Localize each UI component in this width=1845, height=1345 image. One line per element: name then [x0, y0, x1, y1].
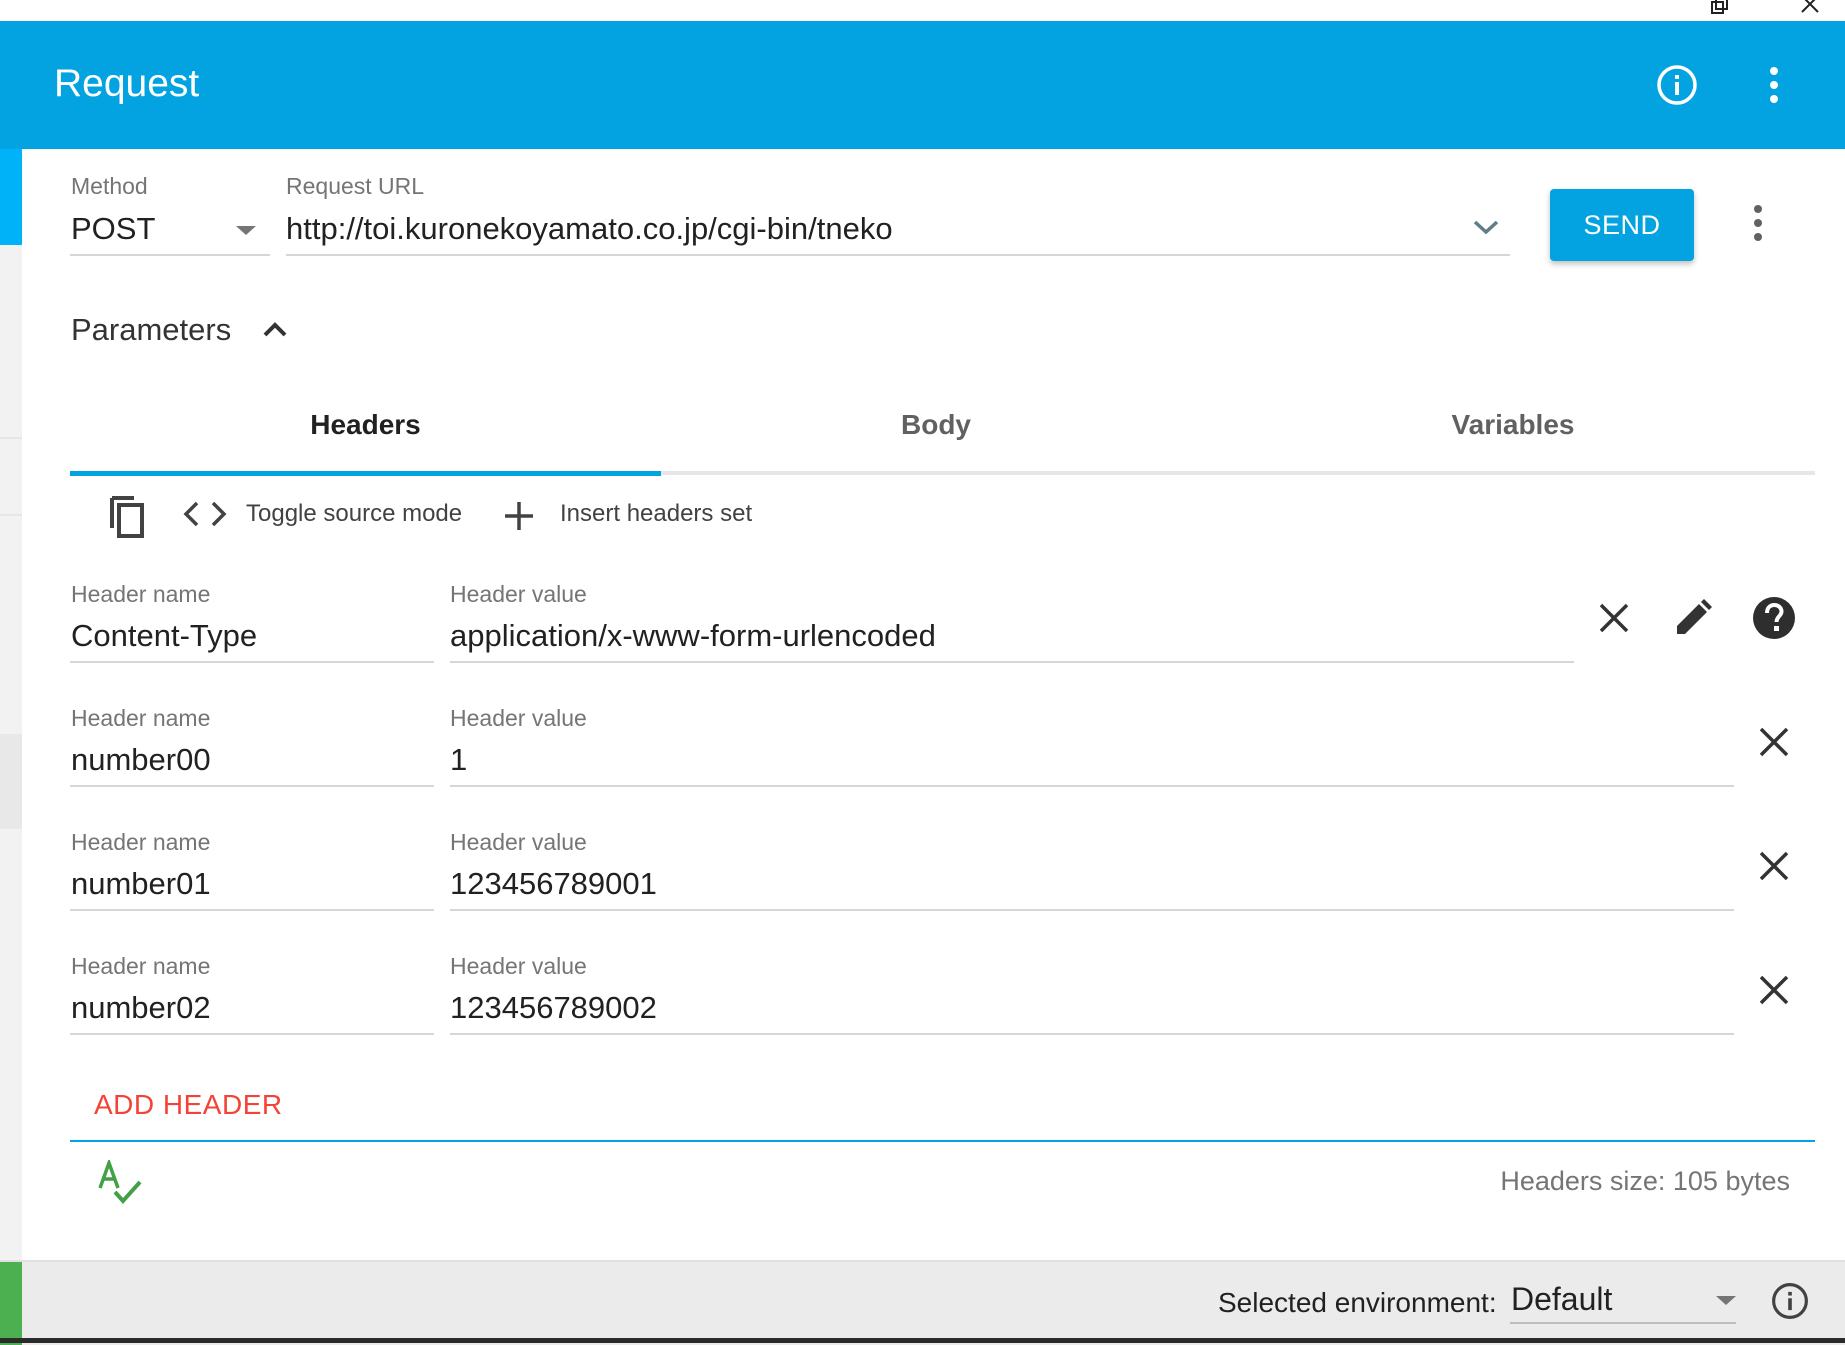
page-title: Request — [54, 62, 200, 105]
remove-header-icon[interactable] — [1746, 714, 1802, 770]
status-indicator — [0, 1262, 22, 1345]
tab-body[interactable]: Body — [661, 400, 1211, 450]
left-strip — [0, 149, 22, 1260]
dropdown-arrow-icon[interactable] — [1715, 1294, 1737, 1312]
add-icon[interactable] — [503, 500, 535, 537]
header-value-input[interactable]: application/x-www-form-urlencoded — [450, 617, 936, 655]
tab-variables[interactable]: Variables — [1211, 400, 1815, 450]
header-name-underline — [70, 661, 434, 663]
header-name-label: Header name — [71, 953, 211, 979]
divider — [0, 437, 22, 439]
url-underline — [286, 254, 1510, 256]
header-name-label: Header name — [71, 705, 211, 731]
edit-icon[interactable] — [1665, 590, 1721, 646]
tab-indicator — [70, 471, 661, 476]
header-value-input[interactable]: 1 — [450, 741, 467, 779]
spellcheck-icon[interactable] — [96, 1157, 144, 1211]
remove-header-icon[interactable] — [1746, 838, 1802, 894]
tab-headers[interactable]: Headers — [70, 400, 661, 450]
header-value-label: Header value — [450, 705, 587, 731]
environment-label: Selected environment: — [1218, 1287, 1497, 1318]
environment-info-icon[interactable] — [1762, 1273, 1818, 1329]
header-value-underline — [450, 1033, 1734, 1035]
restore-window-icon[interactable] — [1703, 0, 1733, 21]
chevron-up-icon[interactable] — [262, 318, 288, 345]
environment-underline — [1510, 1322, 1736, 1324]
header-name-input[interactable]: number02 — [71, 989, 211, 1027]
window-bottom-edge — [0, 1338, 1845, 1343]
header-value-input[interactable]: 123456789002 — [450, 989, 657, 1027]
request-more-vert-icon[interactable] — [1730, 195, 1786, 251]
divider — [0, 514, 22, 516]
add-header-button[interactable]: ADD HEADER — [94, 1088, 283, 1122]
info-icon[interactable] — [1649, 57, 1705, 113]
header-value-label: Header value — [450, 581, 587, 607]
toggle-source-mode-button[interactable]: Toggle source mode — [246, 499, 462, 529]
method-select[interactable]: POST — [71, 210, 155, 248]
header-value-underline — [450, 909, 1734, 911]
header-value-label: Header value — [450, 953, 587, 979]
header-name-underline — [70, 1033, 434, 1035]
header-value-input[interactable]: 123456789001 — [450, 865, 657, 903]
active-request-marker — [0, 149, 22, 245]
header-name-underline — [70, 785, 434, 787]
dropdown-arrow-icon[interactable] — [235, 224, 257, 242]
close-window-icon[interactable] — [1796, 0, 1826, 21]
environment-select[interactable]: Default — [1511, 1280, 1612, 1318]
remove-header-icon[interactable] — [1586, 590, 1642, 646]
method-underline — [70, 254, 270, 256]
header-name-label: Header name — [71, 829, 211, 855]
header-name-input[interactable]: number01 — [71, 865, 211, 903]
insert-headers-set-button[interactable]: Insert headers set — [560, 499, 752, 529]
header-name-input[interactable]: number00 — [71, 741, 211, 779]
window-titlebar — [0, 0, 1845, 21]
header-name-input[interactable]: Content-Type — [71, 617, 257, 655]
url-input[interactable]: http://toi.kuronekoyamato.co.jp/cgi-bin/… — [286, 210, 893, 248]
send-button[interactable]: SEND — [1550, 189, 1694, 261]
header-value-label: Header value — [450, 829, 587, 855]
remove-header-icon[interactable] — [1746, 962, 1802, 1018]
header-name-underline — [70, 909, 434, 911]
chevron-down-icon[interactable] — [1473, 219, 1499, 240]
headers-size-text: Headers size: 105 bytes — [1500, 1166, 1790, 1196]
help-icon[interactable] — [1746, 590, 1802, 646]
app-bar — [0, 21, 1845, 149]
parameters-label: Parameters — [71, 312, 232, 347]
copy-icon[interactable] — [98, 488, 154, 544]
url-label: Request URL — [286, 173, 425, 199]
code-icon[interactable] — [183, 500, 227, 533]
header-value-underline — [450, 785, 1734, 787]
list-item-marker — [0, 734, 22, 829]
header-value-underline — [450, 661, 1574, 663]
header-name-label: Header name — [71, 581, 211, 607]
method-label: Method — [71, 173, 148, 199]
more-vert-icon[interactable] — [1746, 57, 1802, 113]
editor-divider — [70, 1140, 1815, 1142]
